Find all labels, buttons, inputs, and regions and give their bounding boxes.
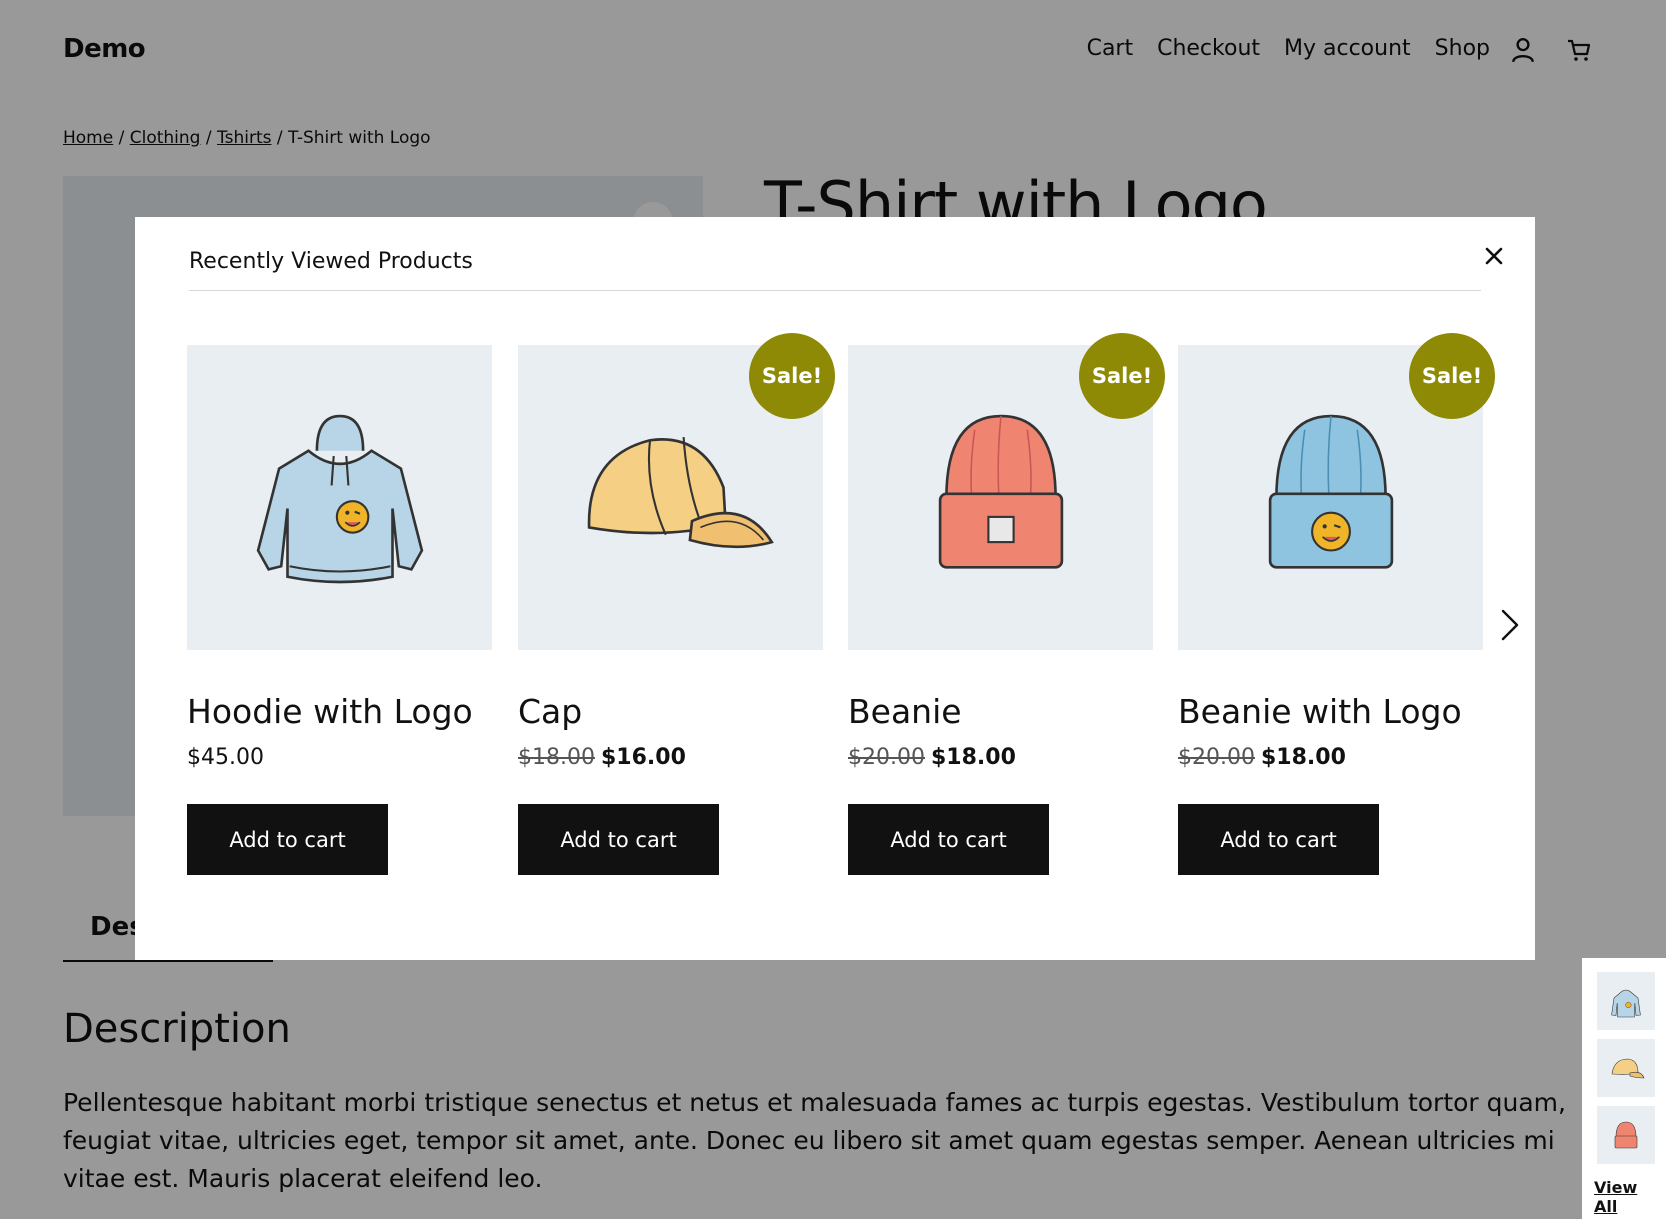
side-thumb-beanie[interactable]	[1597, 1106, 1655, 1164]
add-to-cart-button[interactable]: Add to cart	[1178, 804, 1379, 875]
beanie-with-logo-image	[1268, 414, 1393, 569]
product-price: $20.00 $18.00	[848, 745, 1153, 770]
add-to-cart-button[interactable]: Add to cart	[518, 804, 719, 875]
add-to-cart-button[interactable]: Add to cart	[187, 804, 388, 875]
beanie-image	[938, 414, 1063, 569]
price-old: $20.00	[1178, 745, 1255, 770]
product-image[interactable]: Sale!	[848, 333, 1165, 650]
hoodie-image	[256, 414, 423, 583]
close-icon[interactable]	[1483, 245, 1505, 267]
price-sale: $16.00	[600, 745, 686, 770]
cap-image	[1611, 1058, 1645, 1079]
price-regular: $45.00	[187, 745, 264, 770]
price-sale: $18.00	[930, 745, 1016, 770]
sale-badge: Sale!	[1079, 333, 1165, 419]
recently-viewed-widget: View All	[1582, 958, 1666, 1219]
view-all-link[interactable]: View All	[1594, 1178, 1666, 1216]
modal-divider	[189, 290, 1481, 291]
product-card-beanie-with-logo: Sale! Beanie with Logo $20.00 $18.00 Add …	[1178, 333, 1495, 875]
product-image[interactable]: Sale!	[1178, 333, 1495, 650]
side-thumb-hoodie[interactable]	[1597, 972, 1655, 1030]
add-to-cart-button[interactable]: Add to cart	[848, 804, 1049, 875]
product-name[interactable]: Cap	[518, 692, 823, 731]
beanie-image	[1614, 1121, 1638, 1149]
product-name[interactable]: Hoodie with Logo	[187, 692, 492, 731]
product-price: $18.00 $16.00	[518, 745, 823, 770]
product-card-beanie: Sale! Beanie $20.00 $18.00 Add to cart	[848, 333, 1165, 875]
product-price: $45.00	[187, 745, 492, 770]
cap-image	[587, 436, 774, 548]
product-name[interactable]: Beanie	[848, 692, 1153, 731]
product-name[interactable]: Beanie with Logo	[1178, 692, 1483, 731]
price-old: $18.00	[518, 745, 595, 770]
product-image[interactable]: Sale!	[518, 333, 835, 650]
chevron-right-icon[interactable]	[1497, 607, 1523, 643]
product-card-hoodie: Hoodie with Logo $45.00 Add to cart	[187, 345, 492, 875]
sale-badge: Sale!	[749, 333, 835, 419]
product-price: $20.00 $18.00	[1178, 745, 1483, 770]
sale-badge: Sale!	[1409, 333, 1495, 419]
product-image[interactable]	[187, 345, 492, 650]
side-thumb-cap[interactable]	[1597, 1039, 1655, 1097]
product-card-cap: Sale! Cap $18.00 $16.00 Add to cart	[518, 333, 835, 875]
modal-title: Recently Viewed Products	[189, 249, 473, 274]
recently-viewed-modal: Recently Viewed Products Hoodie with Log…	[135, 217, 1535, 960]
hoodie-image	[1611, 989, 1641, 1018]
price-old: $20.00	[848, 745, 925, 770]
price-sale: $18.00	[1260, 745, 1346, 770]
